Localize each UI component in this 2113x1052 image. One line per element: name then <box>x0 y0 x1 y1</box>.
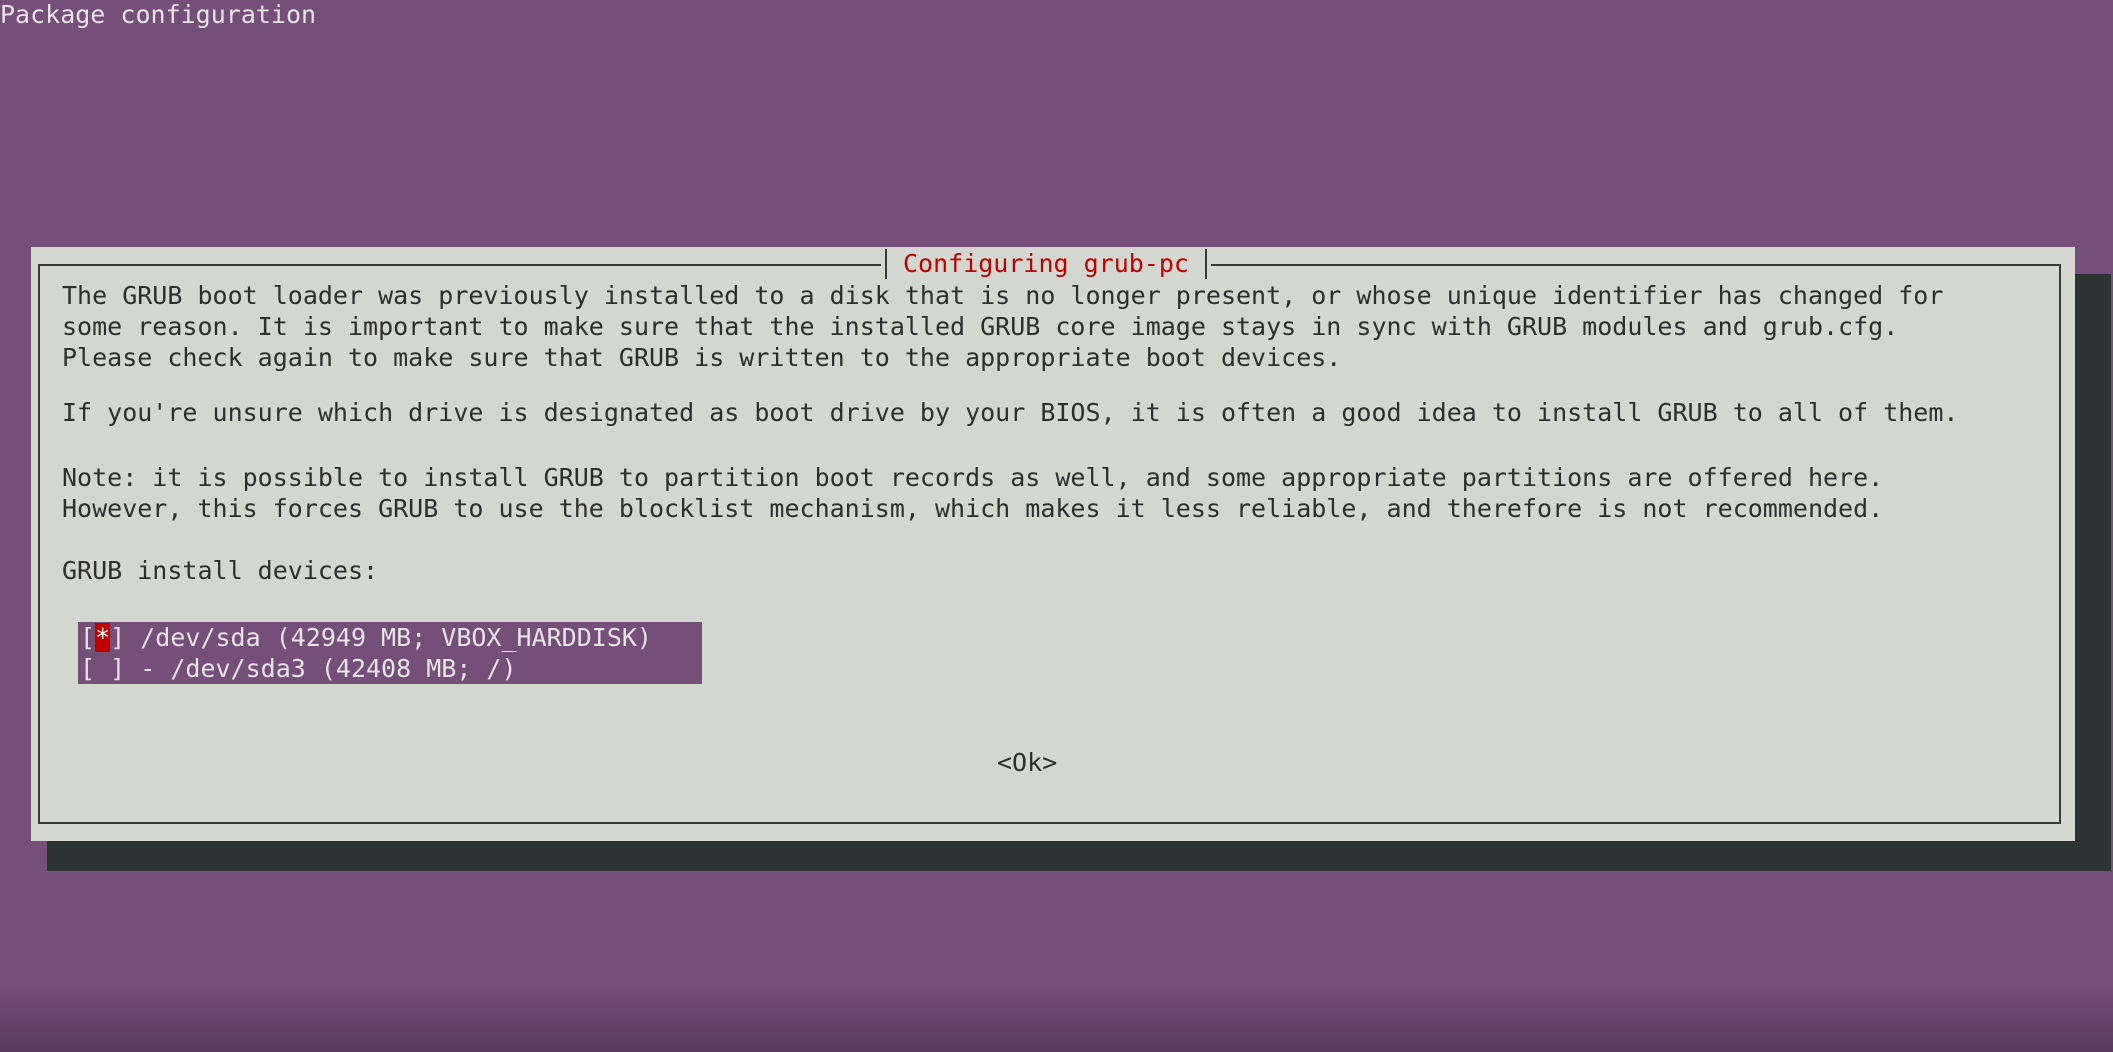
checkbox-mark[interactable]: * <box>95 623 111 652</box>
device-label: - /dev/sda3 (42408 MB; /) <box>125 654 517 683</box>
ok-button[interactable]: <Ok> <box>997 747 1057 778</box>
dialog-title: Configuring grub-pc <box>881 247 1211 281</box>
device-item-sda3[interactable]: [ ] - /dev/sda3 (42408 MB; /) <box>78 653 702 684</box>
device-item-sda[interactable]: [*] /dev/sda (42949 MB; VBOX_HARDDISK) <box>78 622 702 653</box>
bottom-band <box>0 985 2113 1052</box>
paragraph-note: Note: it is possible to install GRUB to … <box>62 463 1884 523</box>
checkbox-close: ] <box>110 623 126 652</box>
backtitle: Package configuration <box>0 0 317 29</box>
paragraph-bios: If you're unsure which drive is designat… <box>62 398 1959 427</box>
checkbox-close: ] <box>110 654 126 683</box>
checkbox-mark[interactable] <box>95 654 110 683</box>
device-label: /dev/sda (42949 MB; VBOX_HARDDISK) <box>125 623 652 652</box>
device-list: [*] /dev/sda (42949 MB; VBOX_HARDDISK) [… <box>78 622 702 684</box>
checkbox-open: [ <box>80 623 96 652</box>
checkbox-open: [ <box>80 654 96 683</box>
devices-label: GRUB install devices: <box>62 556 379 585</box>
configuration-dialog: Configuring grub-pc The GRUB boot loader… <box>31 247 2075 841</box>
paragraph-intro: The GRUB boot loader was previously inst… <box>62 281 1944 372</box>
